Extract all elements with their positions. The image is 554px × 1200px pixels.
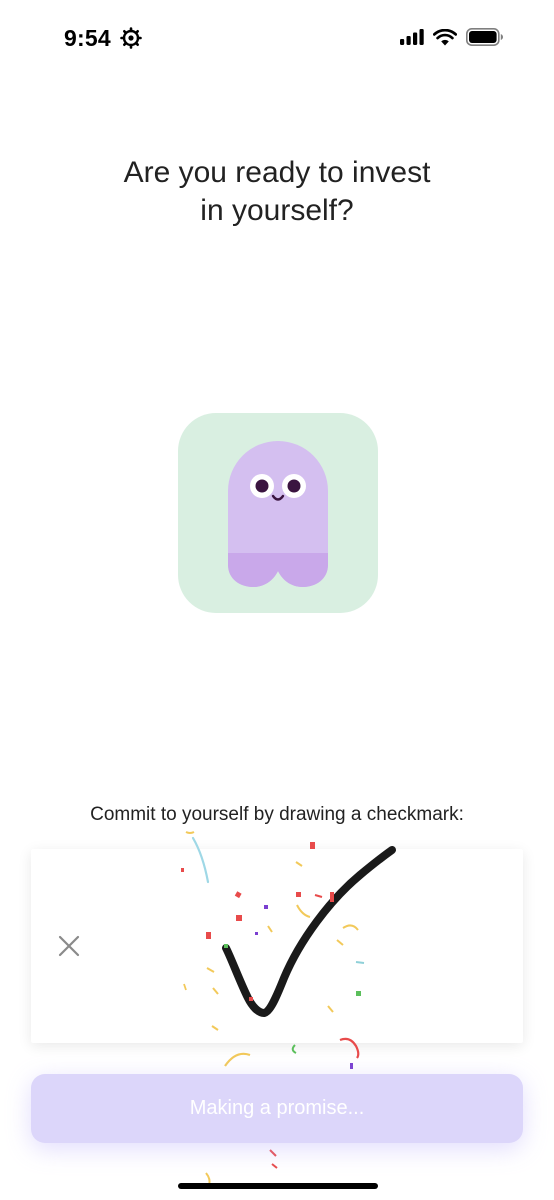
wifi-icon [433, 28, 457, 45]
status-bar: 9:54 [0, 0, 554, 76]
status-time: 9:54 [64, 25, 111, 51]
close-icon[interactable] [55, 932, 83, 960]
make-promise-button[interactable]: Making a promise... [31, 1074, 523, 1143]
gear-icon [120, 27, 142, 49]
commit-instruction: Commit to yourself by drawing a checkmar… [90, 804, 464, 825]
purple-ghost-icon [228, 441, 328, 587]
home-indicator[interactable] [178, 1183, 378, 1189]
status-icons [400, 28, 504, 46]
page-title: Are you ready to invest in yourself? [0, 154, 554, 230]
signature-pad[interactable] [31, 849, 523, 1043]
signal-icon [400, 29, 424, 45]
battery-icon [466, 28, 503, 46]
title-line-1: Are you ready to invest [123, 156, 431, 189]
mascot-tile [178, 413, 378, 613]
title-line-2: in yourself? [200, 194, 354, 227]
